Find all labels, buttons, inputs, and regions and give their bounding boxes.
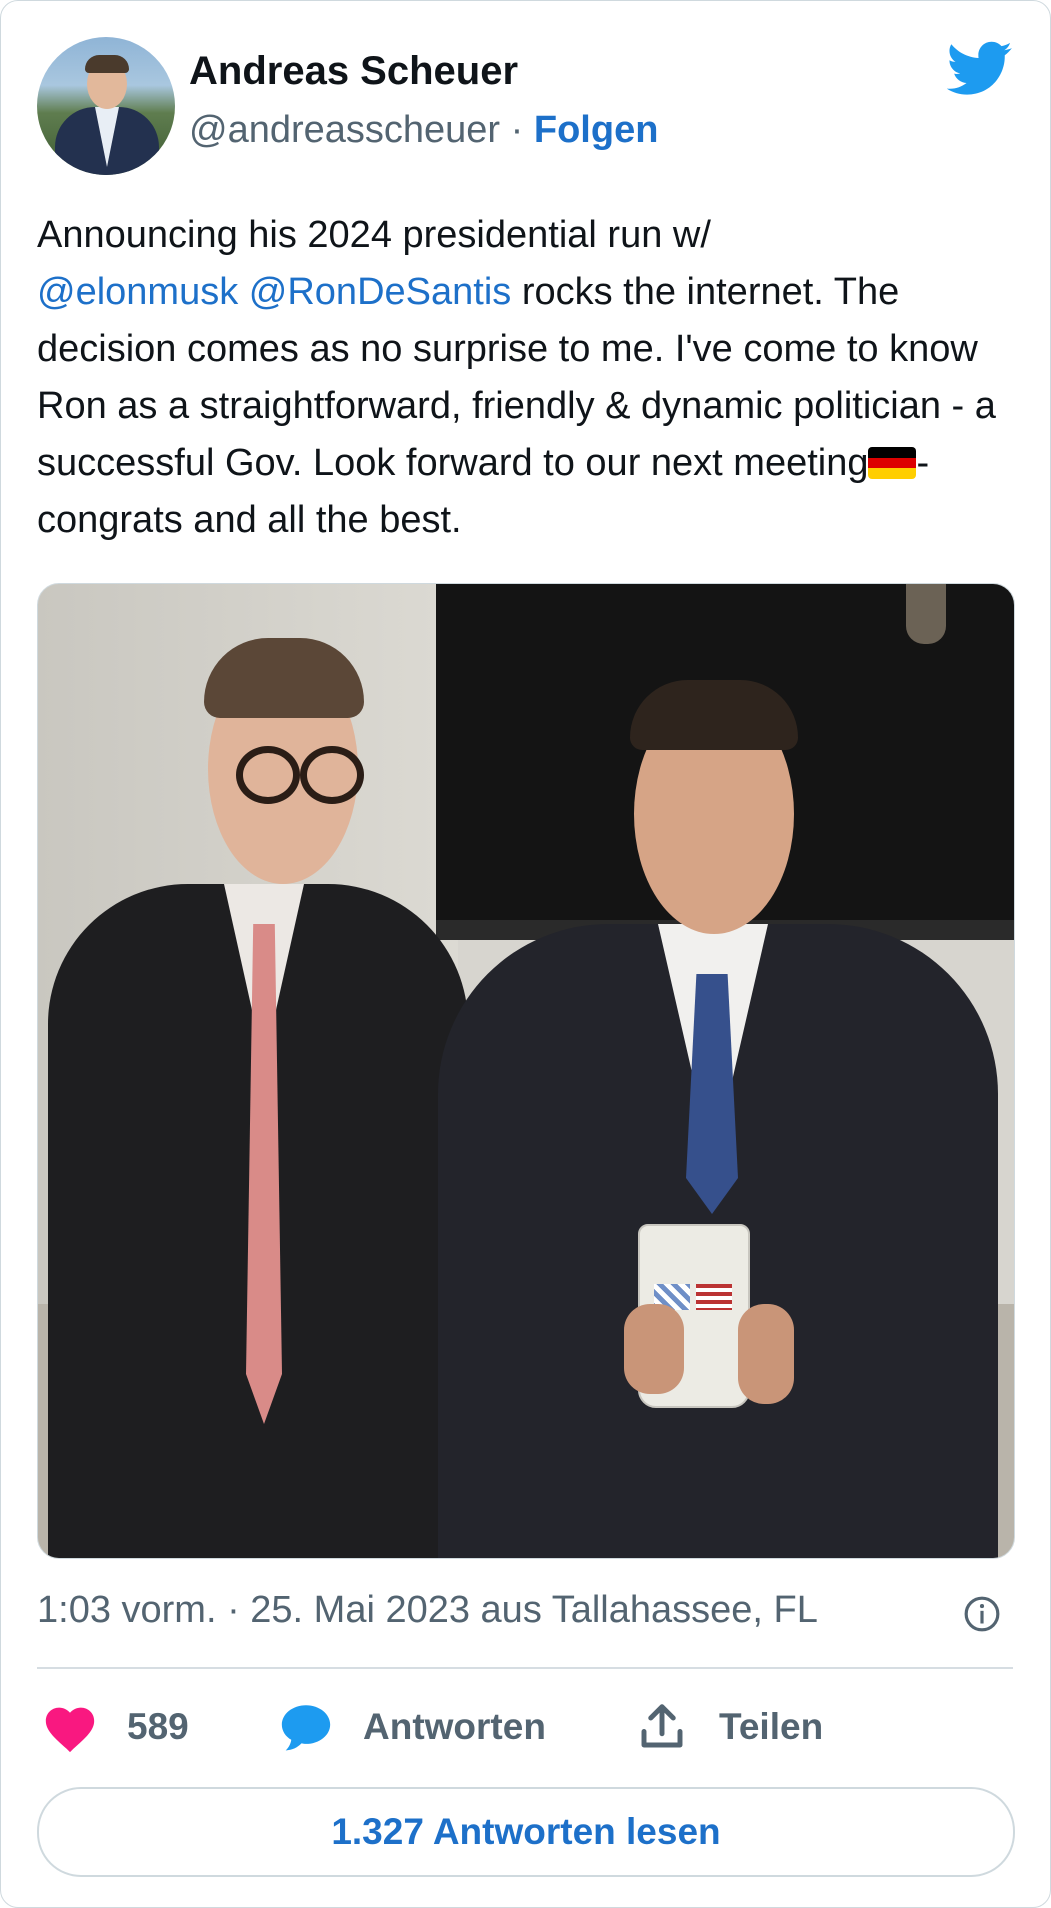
- heart-icon: [45, 1707, 95, 1753]
- author-name[interactable]: Andreas Scheuer: [189, 49, 518, 94]
- tweet-text: Announcing his 2024 presidential run w/ …: [37, 207, 1017, 549]
- like-count: 589: [127, 1706, 189, 1747]
- tweet-card: Andreas Scheuer @andreasscheuer · Folgen…: [0, 0, 1051, 1908]
- author-handle[interactable]: @andreasscheuer: [189, 109, 500, 151]
- share-button[interactable]: Teilen: [633, 1697, 823, 1757]
- tweet-text-line1: Announcing his 2024 presidential run w/: [37, 214, 711, 256]
- like-button[interactable]: 589: [41, 1697, 189, 1757]
- share-label: Teilen: [719, 1706, 824, 1747]
- germany-flag-emoji: [868, 447, 917, 479]
- tweet-photo[interactable]: [37, 583, 1015, 1559]
- info-icon[interactable]: [963, 1595, 1001, 1633]
- twitter-bird-icon[interactable]: [947, 41, 1013, 97]
- follow-button[interactable]: Folgen: [534, 109, 659, 151]
- mention-elonmusk[interactable]: @elonmusk: [37, 271, 238, 313]
- share-icon: [641, 1704, 683, 1748]
- reply-label: Antworten: [363, 1706, 546, 1747]
- read-replies-button[interactable]: 1.327 Antworten lesen: [37, 1787, 1015, 1877]
- author-handle-row: @andreasscheuer · Folgen: [189, 109, 658, 152]
- tweet-timestamp[interactable]: 1:03 vorm. · 25. Mai 2023 aus Tallahasse…: [37, 1589, 818, 1632]
- reply-bubble-icon: [281, 1705, 331, 1751]
- reply-button[interactable]: Antworten: [277, 1697, 546, 1757]
- separator-dot: ·: [510, 109, 524, 151]
- divider: [37, 1667, 1013, 1669]
- mention-rondesantis[interactable]: @RonDeSantis: [249, 271, 511, 313]
- author-avatar[interactable]: [37, 37, 175, 175]
